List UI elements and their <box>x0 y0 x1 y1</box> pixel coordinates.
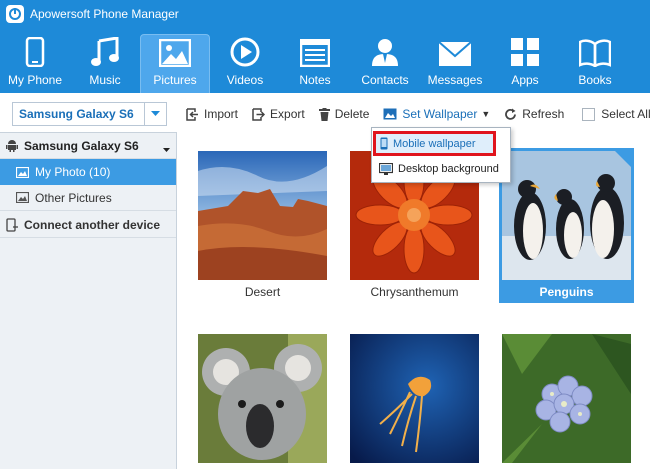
delete-button[interactable]: Delete <box>318 107 370 121</box>
photo-thumbnail <box>350 334 479 463</box>
connect-device-button[interactable]: Connect another device <box>0 212 176 238</box>
mobile-phone-icon <box>380 137 388 150</box>
title-bar: Apowersoft Phone Manager <box>0 0 650 28</box>
import-label: Import <box>204 107 239 121</box>
notes-icon <box>300 39 330 67</box>
photo-caption: Desert <box>244 285 281 299</box>
caret-down-icon <box>163 142 170 156</box>
android-icon <box>6 139 18 152</box>
photo-tile-hydrangeas[interactable] <box>499 331 634 469</box>
nav-label: Apps <box>511 73 539 87</box>
music-note-icon <box>91 37 119 66</box>
monitor-icon <box>379 163 393 175</box>
sidebar-device-header[interactable]: Samsung Galaxy S6 <box>0 133 176 159</box>
trash-icon <box>318 107 330 121</box>
main-nav: My Phone Music Pictures Videos Notes Con… <box>0 28 650 93</box>
import-button[interactable]: Import <box>186 107 238 121</box>
nav-label: Music <box>89 73 121 87</box>
sidebar-item-other-pictures[interactable]: Other Pictures <box>0 185 176 211</box>
device-connect-icon <box>6 217 18 232</box>
photo-tile-penguins[interactable]: Penguins <box>499 148 634 303</box>
set-wallpaper-button[interactable]: Set Wallpaper ▼ <box>383 107 490 121</box>
photo-tile-desert[interactable]: Desert <box>195 148 330 303</box>
photo-tile-jellyfish[interactable] <box>347 331 482 469</box>
set-wallpaper-label: Set Wallpaper <box>402 107 478 121</box>
checkbox[interactable] <box>582 107 596 121</box>
refresh-button[interactable]: Refresh <box>504 107 564 121</box>
nav-music[interactable]: Music <box>70 28 140 93</box>
photo-thumbnail <box>502 334 631 463</box>
phone-icon <box>25 37 45 67</box>
refresh-icon <box>504 108 517 121</box>
nav-messages[interactable]: Messages <box>420 28 490 93</box>
select-all-label: Select All <box>601 107 650 121</box>
sidebar-device-label: Samsung Galaxy S6 <box>24 138 139 153</box>
export-label: Export <box>270 107 305 121</box>
photo-album-icon <box>16 192 29 203</box>
app-logo-icon <box>6 5 24 23</box>
caret-down-icon: ▼ <box>481 109 491 119</box>
menu-item-mobile-wallpaper[interactable]: Mobile wallpaper <box>373 131 496 156</box>
chevron-down-icon[interactable] <box>144 103 166 125</box>
contact-icon <box>372 39 398 66</box>
photo-thumbnail <box>198 151 327 280</box>
export-button[interactable]: Export <box>252 107 305 121</box>
nav-label: Pictures <box>153 73 197 87</box>
sidebar-item-my-photo[interactable]: My Photo (10) <box>0 159 176 185</box>
nav-videos[interactable]: Videos <box>210 28 280 93</box>
menu-item-label: Mobile wallpaper <box>393 137 476 150</box>
photo-album-icon <box>16 166 29 178</box>
nav-pictures[interactable]: Pictures <box>140 34 210 93</box>
photo-thumbnail <box>502 151 631 280</box>
play-icon <box>230 37 260 67</box>
selected-corner-icon <box>612 148 634 170</box>
nav-notes[interactable]: Notes <box>280 28 350 93</box>
nav-label: Videos <box>226 73 264 87</box>
select-all-checkbox[interactable]: Select All <box>578 107 650 121</box>
import-icon <box>186 107 199 121</box>
nav-contacts[interactable]: Contacts <box>350 28 420 93</box>
picture-icon <box>159 39 191 67</box>
nav-label: Books <box>578 73 612 87</box>
device-dropdown[interactable]: Samsung Galaxy S6 <box>12 102 167 126</box>
nav-label: My Phone <box>7 73 63 87</box>
apps-grid-icon <box>511 38 539 66</box>
connect-device-label: Connect another device <box>24 217 161 232</box>
device-dropdown-value: Samsung Galaxy S6 <box>19 107 134 121</box>
set-wallpaper-menu: Mobile wallpaper Desktop background <box>371 127 511 183</box>
nav-books[interactable]: Books <box>560 28 630 93</box>
nav-my-phone[interactable]: My Phone <box>0 28 70 93</box>
photo-caption: Penguins <box>539 285 594 299</box>
nav-label: Contacts <box>361 73 409 87</box>
menu-item-label: Desktop background <box>398 163 499 175</box>
nav-apps[interactable]: Apps <box>490 28 560 93</box>
delete-label: Delete <box>334 107 370 121</box>
app-title: Apowersoft Phone Manager <box>30 7 179 21</box>
sidebar-item-label: My Photo (10) <box>35 165 111 179</box>
photo-tile-koala[interactable] <box>195 331 330 469</box>
export-icon <box>252 107 266 121</box>
photo-thumbnail <box>198 334 327 463</box>
nav-label: Messages <box>427 73 483 87</box>
sidebar-item-label: Other Pictures <box>35 190 112 205</box>
book-icon <box>579 39 611 67</box>
refresh-label: Refresh <box>522 107 565 121</box>
wallpaper-icon <box>383 108 397 120</box>
toolbar: Import Export Delete Set Wallpaper ▼ Ref… <box>178 100 650 128</box>
photo-caption: Chrysanthemum <box>370 285 459 299</box>
envelope-icon <box>438 41 472 66</box>
sidebar: Samsung Galaxy S6 My Photo (10) Other Pi… <box>0 132 177 469</box>
nav-label: Notes <box>299 73 331 87</box>
menu-item-desktop-background[interactable]: Desktop background <box>375 158 508 180</box>
